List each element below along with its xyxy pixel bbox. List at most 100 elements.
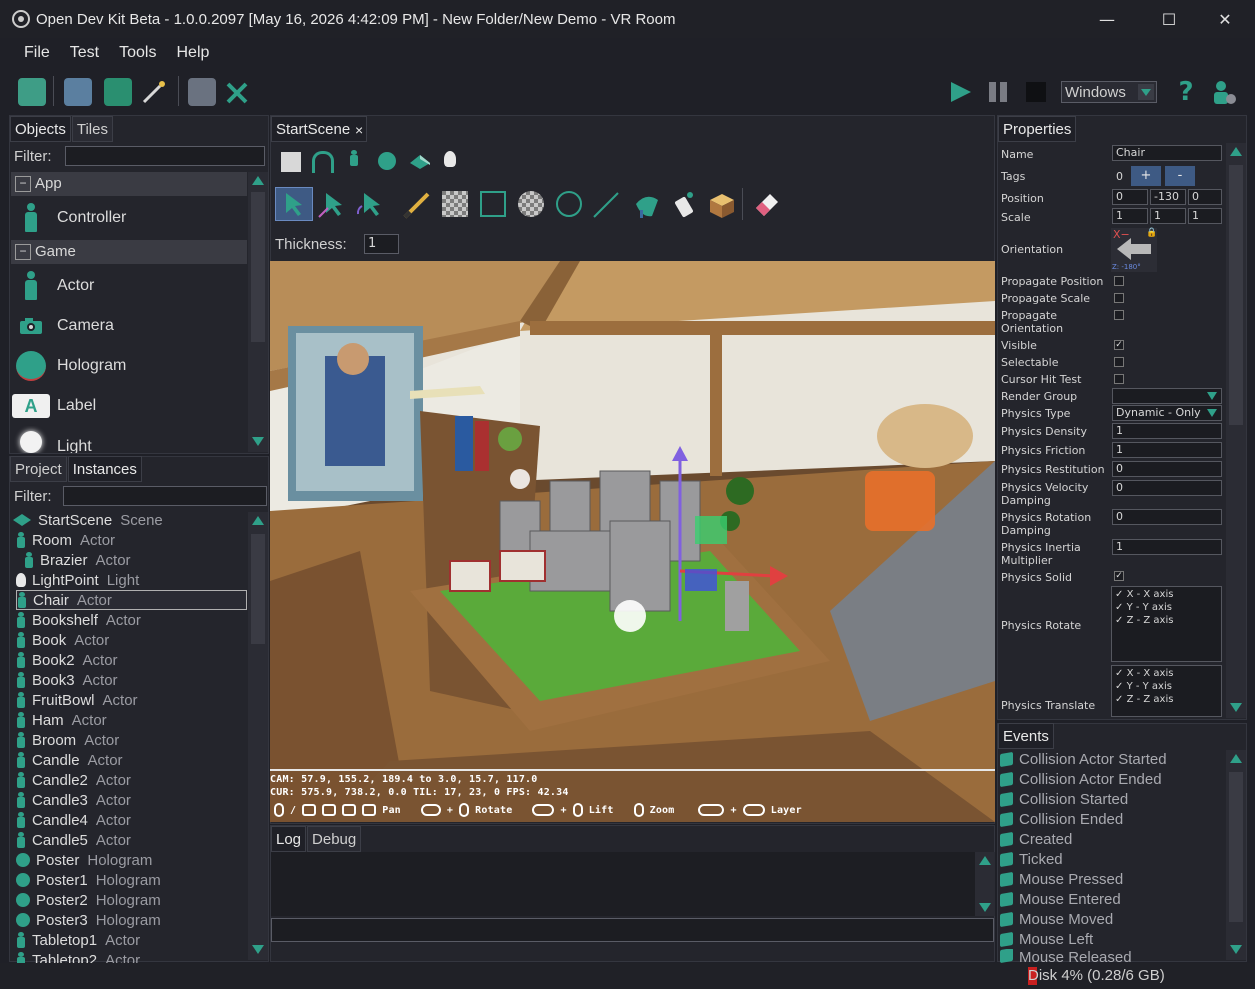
tab-log[interactable]: Log bbox=[271, 826, 307, 852]
log-command-input[interactable] bbox=[271, 918, 994, 942]
tab-debug[interactable]: Debug bbox=[307, 826, 362, 852]
api-icon[interactable] bbox=[104, 78, 132, 106]
group-game[interactable]: Game bbox=[11, 240, 247, 264]
instance-row[interactable]: Candle Actor bbox=[16, 750, 247, 770]
magic-wand-icon[interactable] bbox=[140, 78, 168, 106]
tab-properties[interactable]: Properties bbox=[998, 116, 1077, 142]
help-icon[interactable]: ? bbox=[1172, 78, 1200, 106]
pencil-tool-icon[interactable] bbox=[402, 190, 432, 224]
events-scrollbar[interactable] bbox=[1226, 750, 1246, 960]
axis-x-item[interactable]: ✓ X - X axis bbox=[1115, 588, 1173, 601]
maximize-button[interactable]: ☐ bbox=[1138, 0, 1200, 38]
menu-file[interactable]: File bbox=[24, 44, 50, 62]
event-item[interactable]: Mouse Pressed bbox=[1000, 869, 1228, 889]
instance-row[interactable]: Book2 Actor bbox=[16, 650, 247, 670]
hologram-tool-icon[interactable] bbox=[378, 152, 396, 170]
scroll-up-icon[interactable] bbox=[1230, 147, 1242, 156]
minimize-button[interactable]: — bbox=[1076, 0, 1138, 38]
tab-startscene[interactable]: StartScene × bbox=[271, 116, 368, 143]
event-item[interactable]: Collision Ended bbox=[1000, 809, 1228, 829]
scale-y-input[interactable]: 1 bbox=[1150, 208, 1186, 224]
object-controller[interactable]: Controller bbox=[11, 198, 247, 238]
lock-icon[interactable]: 🔒 bbox=[1146, 228, 1157, 238]
instance-row[interactable]: Chair Actor bbox=[16, 590, 247, 610]
light-tool-icon[interactable] bbox=[444, 151, 456, 167]
position-x-input[interactable]: 0 bbox=[1112, 189, 1148, 205]
objects-scrollbar[interactable] bbox=[248, 172, 268, 452]
instance-row[interactable]: Candle3 Actor bbox=[16, 790, 247, 810]
event-item[interactable]: Mouse Moved bbox=[1000, 909, 1228, 929]
close-button[interactable]: ✕ bbox=[1194, 0, 1255, 38]
instance-row[interactable]: Tabletop1 Actor bbox=[16, 930, 247, 950]
scroll-thumb[interactable] bbox=[1229, 165, 1243, 425]
stop-icon[interactable] bbox=[1022, 78, 1050, 106]
line-tool-icon[interactable] bbox=[592, 191, 620, 223]
tag-add-button[interactable]: + bbox=[1131, 166, 1161, 186]
settings-window-icon[interactable] bbox=[188, 78, 216, 106]
user-settings-icon[interactable] bbox=[1210, 78, 1238, 106]
scale-z-input[interactable]: 1 bbox=[1188, 208, 1222, 224]
menu-test[interactable]: Test bbox=[70, 44, 99, 62]
event-item[interactable]: Collision Started bbox=[1000, 789, 1228, 809]
instance-row[interactable]: Book Actor bbox=[16, 630, 247, 650]
object-camera[interactable]: Camera bbox=[11, 306, 247, 346]
physics-rotation-input[interactable]: 0 bbox=[1112, 509, 1222, 525]
square-tool-icon[interactable] bbox=[281, 152, 301, 172]
box-tool-icon[interactable] bbox=[708, 192, 736, 222]
tab-objects[interactable]: Objects bbox=[10, 116, 71, 142]
event-item[interactable]: Ticked bbox=[1000, 849, 1228, 869]
ellipse-fill-icon[interactable] bbox=[518, 191, 544, 217]
instance-row[interactable]: LightPoint Light bbox=[16, 570, 247, 590]
instance-row[interactable]: Poster Hologram bbox=[16, 850, 247, 870]
tab-events[interactable]: Events bbox=[998, 723, 1054, 749]
event-item[interactable]: Mouse Released bbox=[1000, 949, 1228, 963]
object-light[interactable]: Light bbox=[11, 426, 247, 453]
object-hologram[interactable]: Hologram bbox=[11, 346, 247, 386]
scroll-down-icon[interactable] bbox=[979, 903, 991, 912]
platform-select[interactable]: Windows bbox=[1061, 81, 1157, 103]
close-tab-icon[interactable]: × bbox=[355, 117, 363, 143]
menu-help[interactable]: Help bbox=[176, 44, 209, 62]
scroll-up-icon[interactable] bbox=[979, 856, 991, 865]
instance-row[interactable]: Poster3 Hologram bbox=[16, 910, 247, 930]
position-y-input[interactable]: -130 bbox=[1150, 189, 1186, 205]
instance-row[interactable]: Book3 Actor bbox=[16, 670, 247, 690]
tab-instances[interactable]: Instances bbox=[67, 456, 142, 482]
actor-tool-icon[interactable] bbox=[349, 150, 361, 172]
tag-remove-button[interactable]: - bbox=[1165, 166, 1195, 186]
axis-y-item[interactable]: ✓ Y - Y axis bbox=[1115, 680, 1173, 693]
tile-tool-icon[interactable] bbox=[408, 153, 432, 175]
instance-row[interactable]: Candle4 Actor bbox=[16, 810, 247, 830]
instance-row[interactable]: Broom Actor bbox=[16, 730, 247, 750]
move-tool-icon[interactable] bbox=[316, 188, 346, 224]
scroll-up-icon[interactable] bbox=[252, 516, 264, 525]
open-project-icon[interactable] bbox=[18, 78, 46, 106]
physics-velocity-input[interactable]: 0 bbox=[1112, 480, 1222, 496]
assets-icon[interactable] bbox=[64, 78, 92, 106]
properties-scrollbar[interactable] bbox=[1226, 143, 1246, 718]
tab-project[interactable]: Project bbox=[10, 456, 67, 482]
instance-row[interactable]: StartScene Scene bbox=[12, 510, 243, 530]
instance-row[interactable]: Ham Actor bbox=[16, 710, 247, 730]
axis-x-item[interactable]: ✓ X - X axis bbox=[1115, 667, 1173, 680]
eraser-tool-icon[interactable] bbox=[752, 190, 782, 222]
menu-tools[interactable]: Tools bbox=[119, 44, 156, 62]
log-output[interactable] bbox=[271, 852, 975, 916]
scroll-thumb[interactable] bbox=[251, 192, 265, 342]
circle-tool-icon[interactable] bbox=[556, 191, 582, 217]
property-checkbox[interactable] bbox=[1114, 310, 1124, 320]
thickness-input[interactable]: 1 bbox=[364, 234, 399, 254]
pause-icon[interactable] bbox=[984, 78, 1012, 106]
physics-inertia-input[interactable]: 1 bbox=[1112, 539, 1222, 555]
scroll-down-icon[interactable] bbox=[252, 437, 264, 446]
instance-row[interactable]: Poster1 Hologram bbox=[16, 870, 247, 890]
property-checkbox[interactable] bbox=[1114, 357, 1124, 367]
scroll-down-icon[interactable] bbox=[1230, 945, 1242, 954]
axis-z-item[interactable]: ✓ Z - Z axis bbox=[1115, 614, 1173, 627]
object-actor[interactable]: Actor bbox=[11, 266, 247, 306]
transparent-fill-icon[interactable] bbox=[442, 191, 468, 217]
scene-viewport[interactable]: CAM: 57.9, 155.2, 189.4 to 3.0, 15.7, 11… bbox=[270, 261, 995, 822]
instance-row[interactable]: Bookshelf Actor bbox=[16, 610, 247, 630]
scroll-down-icon[interactable] bbox=[252, 945, 264, 954]
physics-friction-input[interactable]: 1 bbox=[1112, 442, 1222, 458]
